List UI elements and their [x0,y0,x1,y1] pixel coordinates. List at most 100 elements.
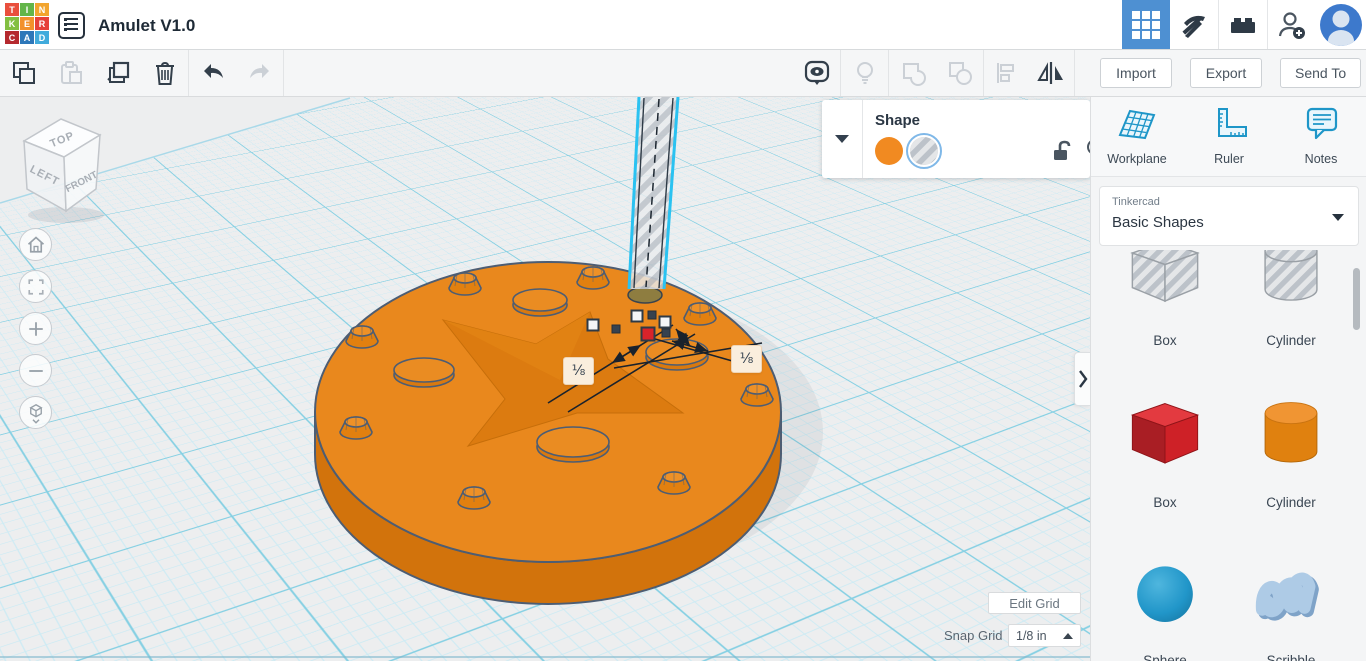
ruler-label: Ruler [1214,152,1244,166]
group-button[interactable] [889,50,936,96]
logo-tile: N [35,3,49,16]
sphere-thumb [1137,566,1193,622]
logo-tile: C [5,31,19,44]
dimension-label[interactable]: ⅛ [731,345,762,373]
shape-item-box-hole[interactable]: Box [1102,250,1228,348]
edit-grid-button[interactable]: Edit Grid [988,592,1081,614]
scale-handle[interactable] [658,315,672,329]
show-all-button[interactable] [793,50,840,96]
paste-button[interactable] [47,50,94,96]
header: T I N K E R C A D Amulet V1.0 [0,0,1366,50]
mirror-button[interactable] [1028,50,1074,96]
scale-handle[interactable] [586,318,600,332]
send-to-button[interactable]: Send To [1280,58,1362,88]
design-title[interactable]: Amulet V1.0 [98,16,195,36]
shape-item-sphere[interactable]: Sphere [1102,550,1228,661]
brick-export-button[interactable] [1219,0,1267,49]
duplicate-icon [106,61,129,83]
show-all-eye-icon [804,60,829,85]
duplicate-button[interactable] [94,50,141,96]
person-add-icon [1278,11,1305,39]
perspective-toggle-button[interactable] [19,396,52,429]
align-button[interactable] [984,50,1028,96]
edge-handle[interactable] [611,324,621,334]
logo-tile: A [20,31,34,44]
unlock-icon[interactable] [1051,139,1073,163]
lego-brick-icon [1231,17,1255,33]
shape-label: Cylinder [1266,495,1316,510]
mirror-icon [1037,62,1063,84]
library-kicker: Tinkercad [1112,196,1160,208]
hole-swatch-selected[interactable] [906,133,942,169]
ruler-tool[interactable]: Ruler [1184,103,1274,166]
shape-item-cylinder[interactable]: Cylinder [1228,392,1354,510]
ungroup-button[interactable] [936,50,983,96]
workplane-label: Workplane [1107,152,1167,166]
shape-label: Box [1153,495,1177,510]
snap-grid-label: Snap Grid [944,628,1003,643]
pickaxe-icon [1182,15,1205,38]
shape-library-select[interactable]: Tinkercad Basic Shapes [1099,186,1359,246]
tinkercad-logo[interactable]: T I N K E R C A D [5,3,50,47]
library-value: Basic Shapes [1112,214,1204,231]
workplane-tool[interactable]: Workplane [1092,103,1182,166]
zoom-out-button[interactable] [19,354,52,387]
fit-view-button[interactable] [19,270,52,303]
dimension-label[interactable]: ⅛ [563,357,594,385]
shape-inspector: Shape [822,100,1090,178]
lightbulb-icon [856,62,873,84]
edge-handle[interactable] [647,310,657,320]
edge-handle[interactable] [661,328,671,338]
import-button[interactable]: Import [1100,58,1172,88]
dashboard-grid-button[interactable] [1122,0,1170,49]
export-button[interactable]: Export [1190,58,1262,88]
active-handle[interactable] [640,326,656,342]
ruler-icon [1218,108,1247,137]
account-menu[interactable] [1316,0,1366,49]
shape-item-scribble[interactable]: Scribble [1228,550,1354,661]
shape-label: Cylinder [1266,333,1316,348]
home-view-button[interactable] [19,228,52,261]
shape-label: Sphere [1143,653,1187,661]
delete-button[interactable] [141,50,188,96]
cylinder-hole-thumb [1264,250,1318,301]
viewport-3d[interactable]: ⅛ ⅛ TOP LEFT FRONT Shape Edit Grid Snap … [0,97,1090,661]
amulet-disc[interactable] [314,261,782,605]
shape-item-box[interactable]: Box [1102,392,1228,510]
hide-selected-button[interactable] [841,50,888,96]
gallery-scrollbar[interactable] [1353,268,1360,330]
group-icon [902,63,926,86]
minus-icon [28,369,43,372]
workplane-front-edge [0,656,1090,658]
selected-hole-cylinder[interactable] [627,97,680,290]
invite-collaborator-button[interactable] [1268,0,1316,49]
inspector-title: Shape [875,112,921,129]
redo-button[interactable] [236,50,283,96]
cylinder-thumb [1264,402,1318,463]
tinkercad-app: T I N K E R C A D Amulet V1.0 Import Exp… [0,0,1366,661]
solid-color-swatch[interactable] [875,137,903,165]
paste-icon [60,61,82,84]
notes-tool[interactable]: Notes [1276,103,1366,166]
ungroup-icon [948,62,972,85]
zoom-in-button[interactable] [19,312,52,345]
logo-tile: I [20,3,34,16]
chevron-down-icon [835,135,849,143]
scale-handle[interactable] [630,309,644,323]
logo-tile: K [5,17,19,30]
plus-icon [28,321,43,336]
shape-gallery[interactable]: Box Cylinder Box Cylinder Sphere Scribbl… [1091,250,1366,661]
shape-item-cylinder-hole[interactable]: Cylinder [1228,250,1354,348]
minecraft-export-button[interactable] [1170,0,1218,49]
inspector-collapse-button[interactable] [822,100,863,178]
align-icon [997,63,1014,83]
home-icon [27,235,44,253]
view-cube[interactable]: TOP LEFT FRONT [14,105,118,230]
chevron-up-icon [1063,632,1073,639]
project-properties-icon[interactable] [58,12,85,39]
sidebar-collapse-tab[interactable] [1074,352,1090,406]
copy-button[interactable] [0,50,47,96]
undo-button[interactable] [189,50,236,96]
shape-label: Box [1153,333,1177,348]
snap-grid-select[interactable]: 1/8 in [1008,624,1081,647]
